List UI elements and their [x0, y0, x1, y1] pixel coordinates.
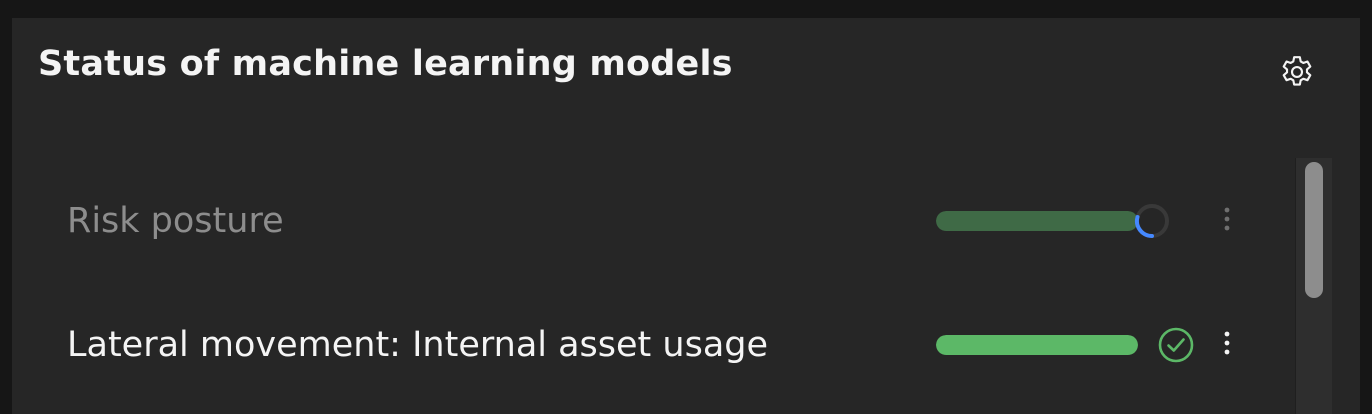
overflow-menu-button[interactable]: [1212, 199, 1242, 243]
gear-icon: [1278, 53, 1316, 95]
panel-title: Status of machine learning models: [38, 44, 733, 84]
scrollbar[interactable]: [1295, 158, 1332, 414]
overflow-menu-icon: [1223, 329, 1231, 361]
model-row-risk-posture: Risk posture: [12, 166, 1292, 276]
loading-spinner-icon: [1132, 201, 1172, 241]
model-label: Risk posture: [67, 201, 284, 241]
checkmark-circle-icon: [1156, 325, 1196, 365]
model-progress-bar: [936, 211, 1138, 231]
overflow-menu-button[interactable]: [1212, 323, 1242, 367]
model-progress-bar: [936, 335, 1138, 355]
ml-models-status-panel: Status of machine learning models Risk p…: [12, 18, 1360, 414]
model-row-lateral-movement: Lateral movement: Internal asset usage: [12, 290, 1292, 400]
settings-button[interactable]: [1275, 52, 1319, 96]
model-label: Lateral movement: Internal asset usage: [67, 325, 769, 365]
overflow-menu-icon: [1223, 205, 1231, 237]
progress-fill: [936, 211, 1138, 231]
scrollbar-thumb[interactable]: [1305, 162, 1323, 298]
progress-fill: [936, 335, 1138, 355]
